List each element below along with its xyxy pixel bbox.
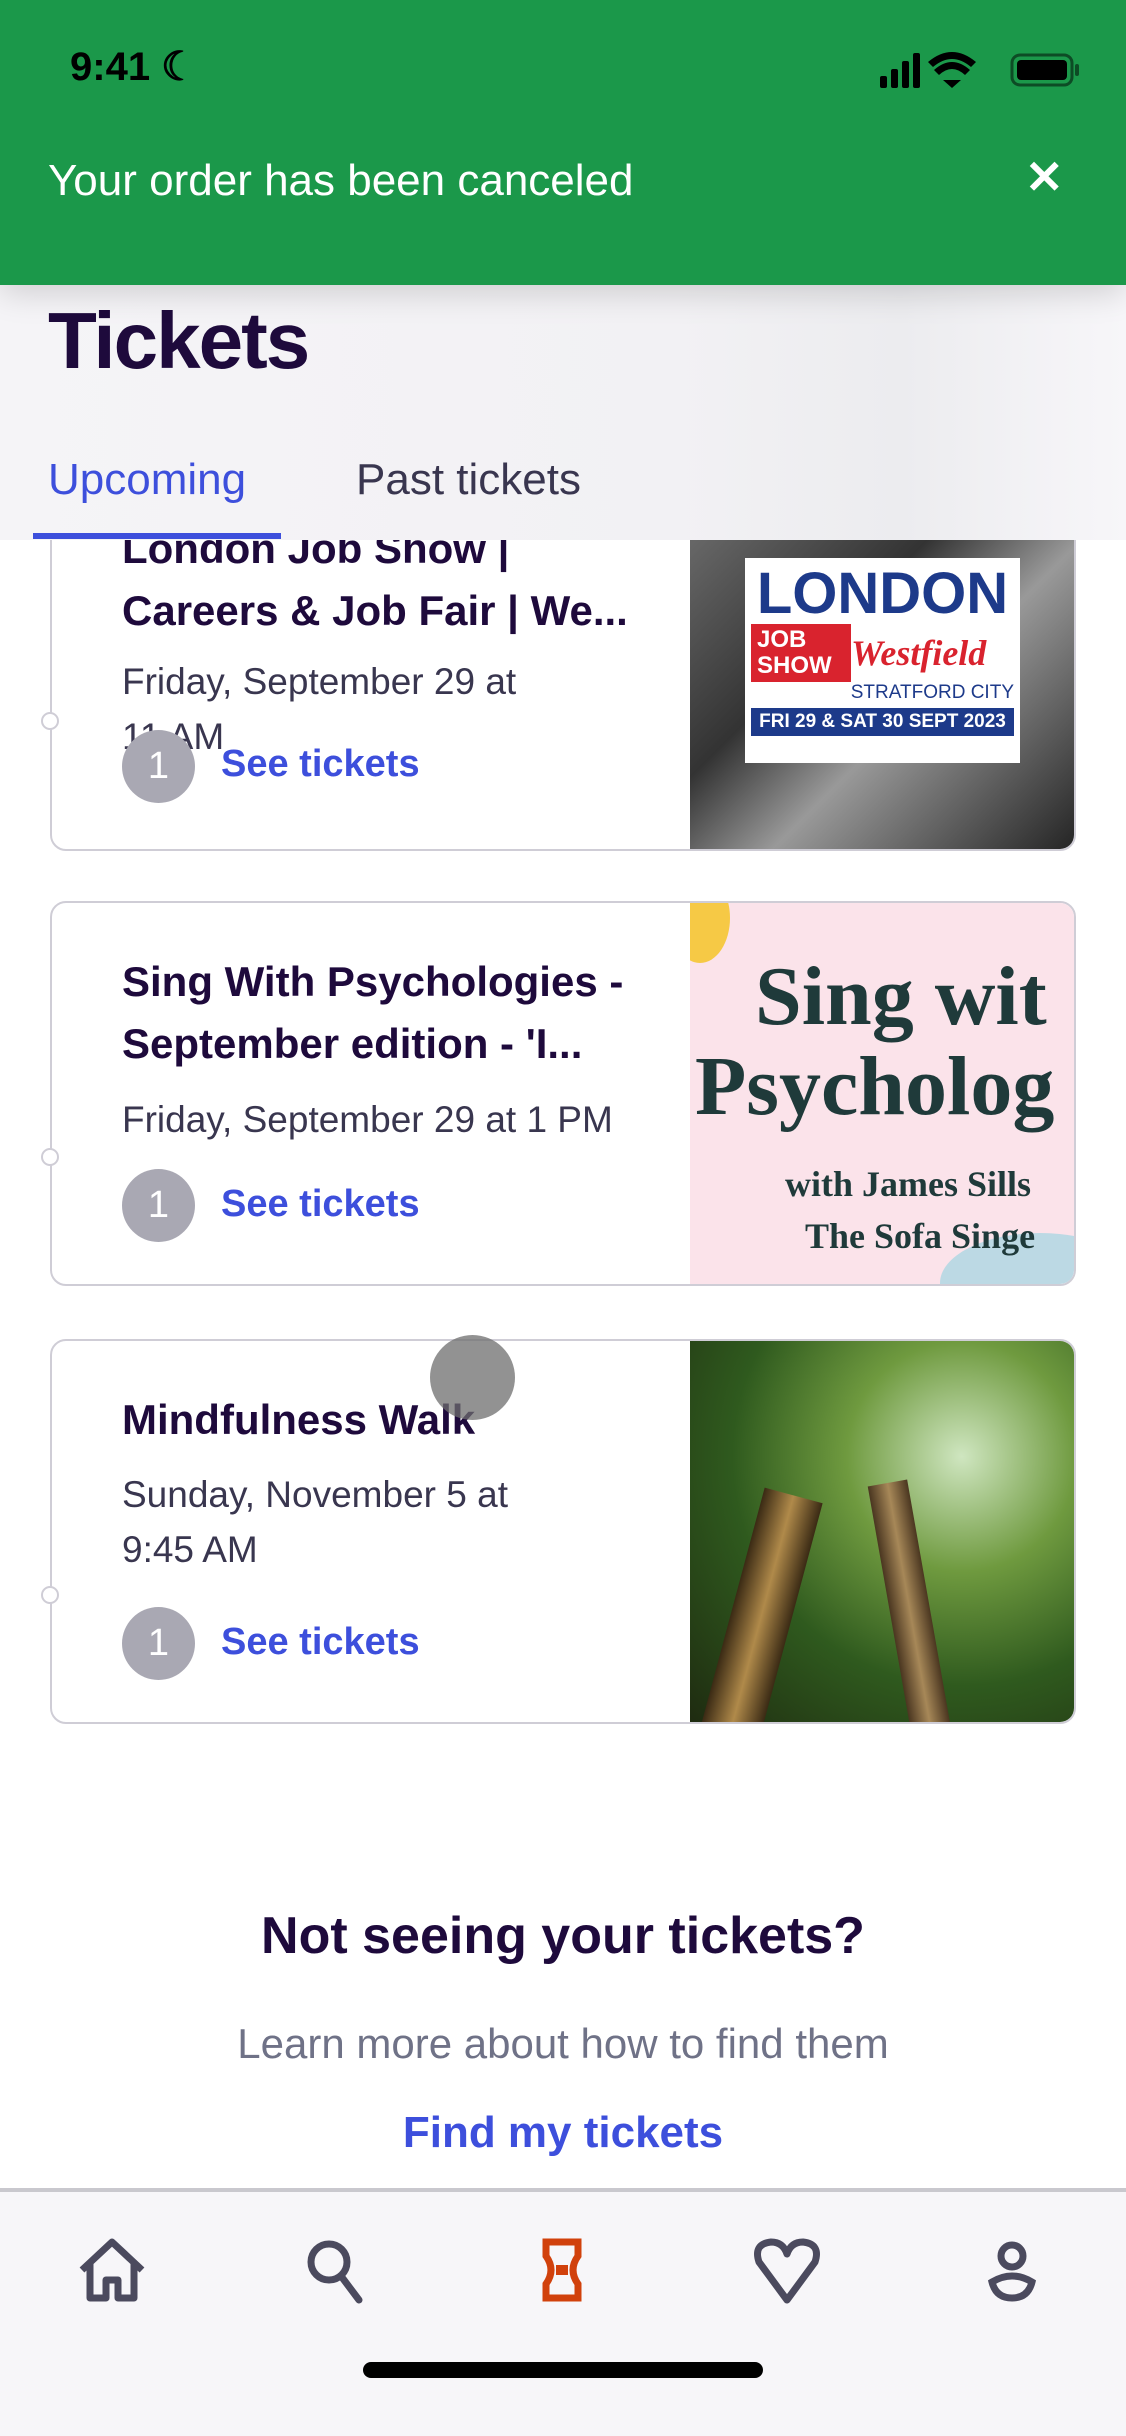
heart-icon[interactable]: [747, 2230, 827, 2310]
find-my-tickets-link[interactable]: Find my tickets: [0, 2108, 1126, 2158]
ticket-count-badge: 1: [122, 1607, 195, 1680]
home-indicator[interactable]: [363, 2362, 763, 2378]
ticket-title: Mindfulness Walk: [122, 1396, 476, 1443]
poster-title: LONDON: [756, 561, 1009, 626]
tab-past-tickets[interactable]: Past tickets: [356, 455, 581, 505]
tab-upcoming[interactable]: Upcoming: [48, 455, 246, 505]
event-poster: LONDON JOB SHOW Westfield STRATFORD CITY …: [745, 558, 1020, 763]
status-icons: [880, 52, 1079, 88]
event-image: Sing wit Psycholog with James Sills The …: [690, 903, 1074, 1284]
ticket-card[interactable]: Sing With Psychologies - September editio…: [50, 901, 1076, 1286]
page-title: Tickets: [48, 296, 310, 385]
search-icon[interactable]: [295, 2230, 375, 2310]
see-tickets-link[interactable]: See tickets: [221, 1183, 420, 1226]
ticket-date: Friday, September 29 at 1 PM: [122, 1099, 613, 1140]
help-heading: Not seeing your tickets?: [261, 1907, 865, 1965]
ticket-notch: [41, 1148, 59, 1166]
event-image: [690, 1341, 1074, 1722]
active-tab-indicator: [33, 533, 281, 539]
bottom-nav: [0, 2188, 1126, 2436]
ticket-date: Sunday, November 5 at 9:45 AM: [122, 1474, 508, 1570]
status-time: 9:41 ☾: [70, 45, 198, 89]
touch-indicator: [430, 1335, 515, 1420]
ticket-card[interactable]: Mindfulness Walk Sunday, November 5 at 9:…: [50, 1339, 1076, 1724]
close-icon[interactable]: ✕: [1025, 150, 1064, 204]
profile-icon[interactable]: [972, 2230, 1052, 2310]
toast-banner: 9:41 ☾ Your order has been canceled ✕: [0, 0, 1126, 285]
ticket-count-badge: 1: [122, 1169, 195, 1242]
see-tickets-link[interactable]: See tickets: [221, 1621, 420, 1664]
home-icon[interactable]: [72, 2230, 152, 2310]
help-subtext: Learn more about how to find them: [237, 2020, 889, 2067]
ticket-notch: [41, 1586, 59, 1604]
banner-message: Your order has been canceled: [48, 156, 634, 205]
ticket-icon[interactable]: [522, 2230, 602, 2310]
page-header: Tickets Upcoming Past tickets: [0, 285, 1126, 540]
ticket-title: Sing With Psychologies - September editio…: [122, 958, 624, 1067]
ticket-count-badge: 1: [122, 730, 195, 803]
ticket-notch: [41, 712, 59, 730]
see-tickets-link[interactable]: See tickets: [221, 743, 420, 786]
